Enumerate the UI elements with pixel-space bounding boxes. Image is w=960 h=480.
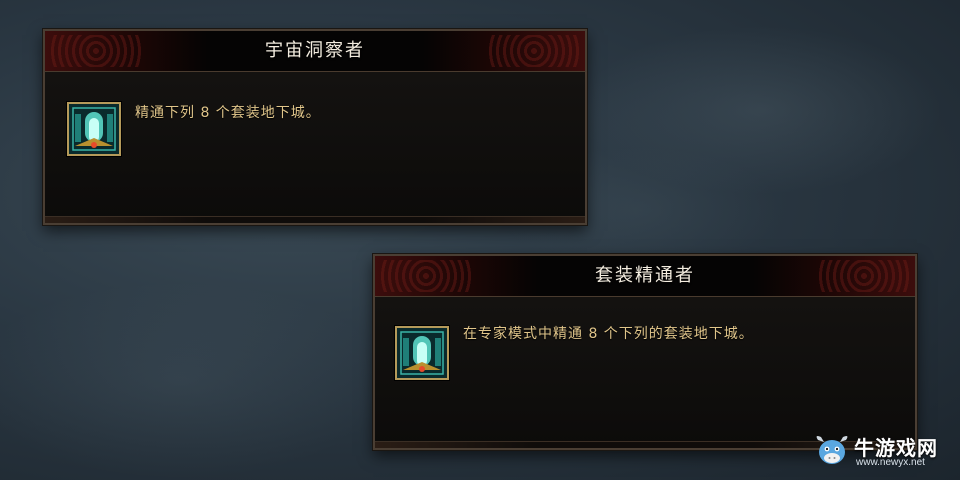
achievement-description: 在专家模式中精通 8 个下列的套装地下城。 xyxy=(463,326,754,342)
site-url: www.newyx.net xyxy=(856,457,925,468)
achievement-title: 套装精通者 xyxy=(595,265,695,286)
panel-bottom-trim xyxy=(45,216,585,223)
achievement-description: 精通下列 8 个套装地下城。 xyxy=(135,105,321,121)
site-watermark: 牛游戏网 www.newyx.net xyxy=(812,430,952,474)
dungeon-portal-icon xyxy=(67,102,121,156)
achievement-panel-2: 套装精通者 在专家模式中精通 8 个下列的套装地下城。 xyxy=(373,254,917,450)
bull-mascot-icon xyxy=(816,436,848,464)
dungeon-portal-icon xyxy=(395,326,449,380)
achievement-panel-1: 宇宙洞察者 精通下列 8 个套装地下城。 xyxy=(43,29,587,225)
achievement-body: 在专家模式中精通 8 个下列的套装地下城。 xyxy=(375,297,915,448)
achievement-title: 宇宙洞察者 xyxy=(265,40,365,61)
achievement-body: 精通下列 8 个套装地下城。 xyxy=(45,72,585,223)
